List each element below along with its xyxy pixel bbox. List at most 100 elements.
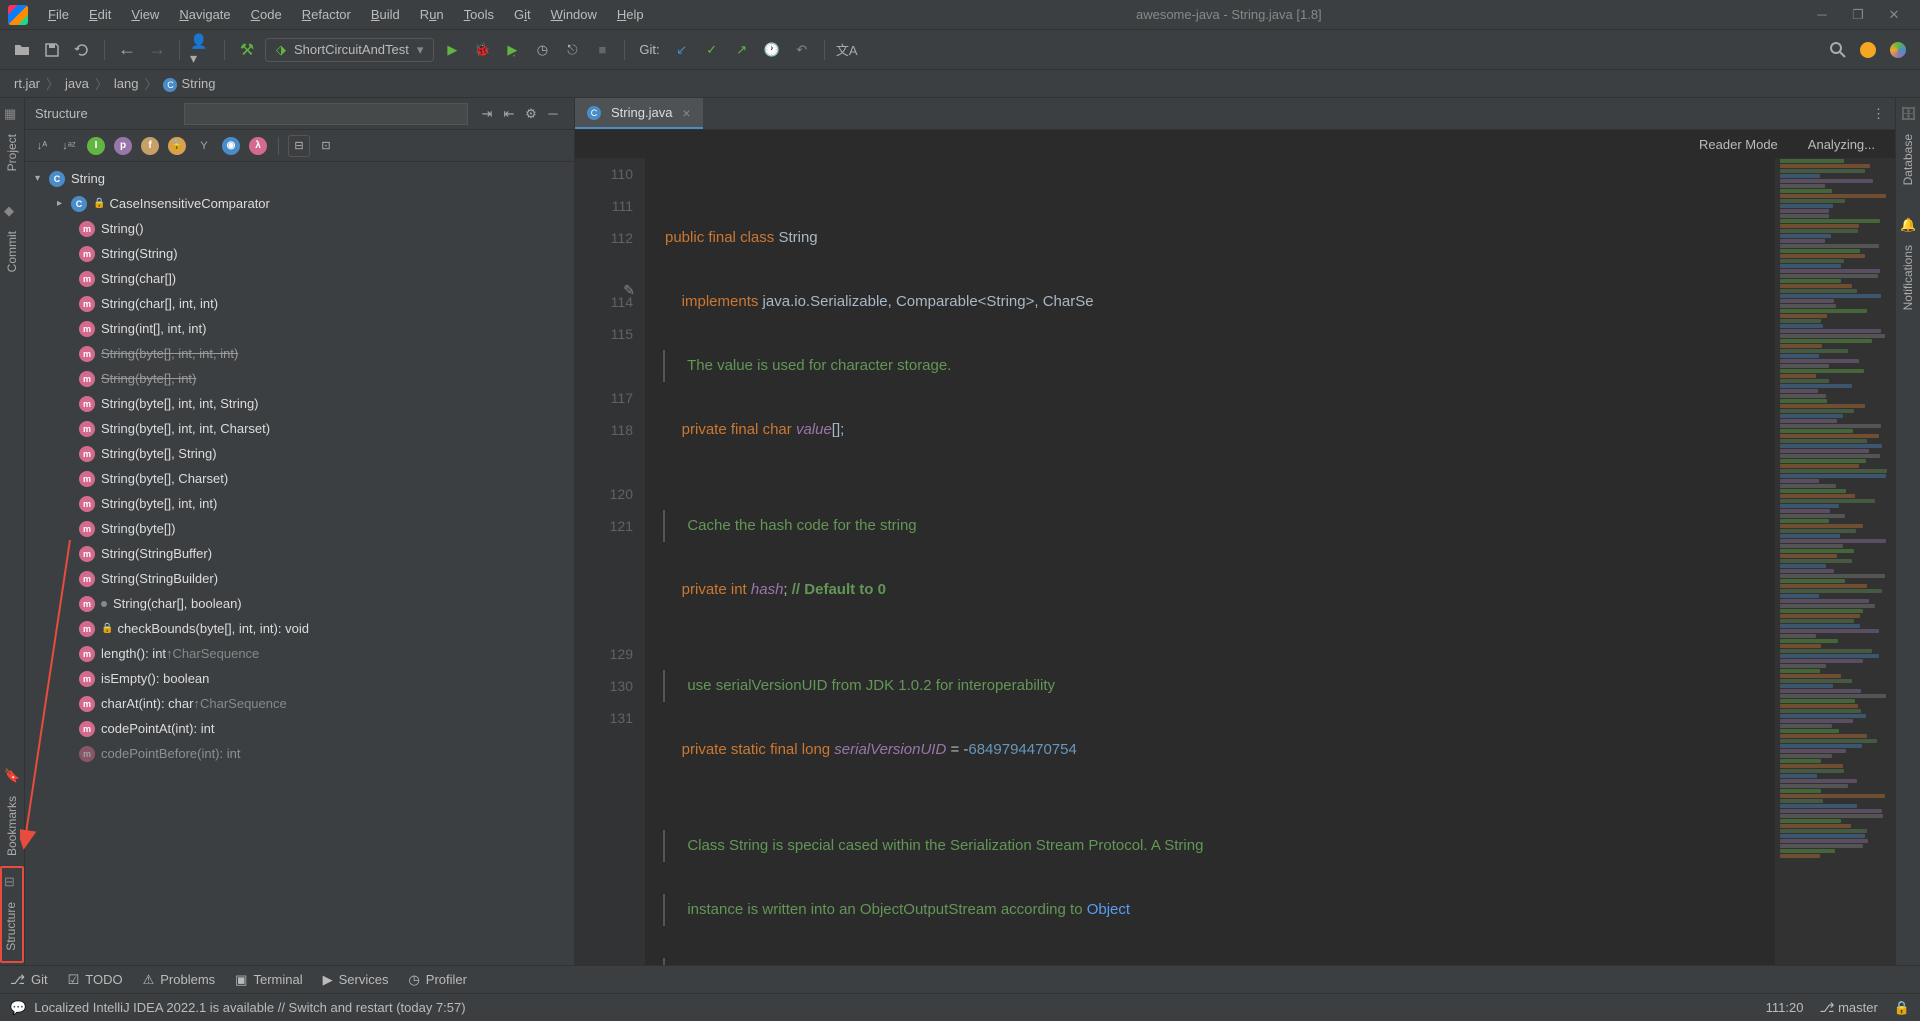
show-locks-icon[interactable]: 🔒 (166, 135, 188, 157)
tree-item[interactable]: mString(byte[], int, int, String) (25, 391, 574, 416)
menu-window[interactable]: Window (541, 3, 607, 26)
close-tab-icon[interactable]: × (682, 105, 690, 121)
debug-icon[interactable]: 🐞 (470, 38, 494, 62)
show-fields-icon[interactable]: f (139, 135, 161, 157)
tree-item[interactable]: mString(byte[], String) (25, 441, 574, 466)
menu-git[interactable]: Git (504, 3, 541, 26)
tree-item[interactable]: mlength(): int ↑CharSequence (25, 641, 574, 666)
menu-edit[interactable]: Edit (79, 3, 121, 26)
maximize-button[interactable]: ❐ (1850, 7, 1866, 23)
show-lambdas-icon[interactable]: λ (247, 135, 269, 157)
tree-item[interactable]: mString(byte[]) (25, 516, 574, 541)
translate-icon[interactable]: 文A (835, 38, 859, 62)
sort-visibility-icon[interactable]: ↓ᵃᶻ (58, 135, 80, 157)
rail-bookmarks[interactable]: Bookmarks (5, 788, 19, 864)
commit-icon[interactable]: ◆ (4, 203, 20, 219)
profile-icon[interactable]: ◷ (530, 38, 554, 62)
collapse-all-icon[interactable]: ⇥ (476, 103, 498, 125)
run-config-selector[interactable]: ⬗ ShortCircuitAndTest ▾ (265, 38, 434, 62)
edit-pencil-icon[interactable]: ✎ (623, 274, 635, 306)
tree-item[interactable]: mcharAt(int): char ↑CharSequence (25, 691, 574, 716)
structure-rail-highlighted[interactable]: ⊟ Structure (0, 866, 24, 963)
rail-database[interactable]: Database (1901, 126, 1915, 193)
menu-run[interactable]: Run (410, 3, 454, 26)
open-file-icon[interactable] (10, 38, 34, 62)
code-editor[interactable]: public final class String implements jav… (645, 158, 1775, 965)
tree-item[interactable]: mString(StringBuilder) (25, 566, 574, 591)
breadcrumb-item[interactable]: rt.jar (14, 76, 40, 91)
settings-gear-icon[interactable]: ⚙ (520, 103, 542, 125)
tree-item[interactable]: misEmpty(): boolean (25, 666, 574, 691)
tree-item[interactable]: mString(char[], int, int) (25, 291, 574, 316)
tree-item[interactable]: mString() (25, 216, 574, 241)
structure-tree[interactable]: ▾ C String ▸ C 🔒 CaseInsensitiveComparat… (25, 162, 574, 965)
project-icon[interactable]: ▦ (4, 106, 20, 122)
tree-item[interactable]: mcodePointAt(int): int (25, 716, 574, 741)
git-push-icon[interactable]: ↗ (730, 38, 754, 62)
hide-panel-icon[interactable]: ─ (542, 103, 564, 125)
notifications-dot-icon[interactable] (1856, 38, 1880, 62)
menu-build[interactable]: Build (361, 3, 410, 26)
breadcrumb-item[interactable]: java (65, 76, 89, 91)
back-icon[interactable]: ← (115, 38, 139, 62)
menu-refactor[interactable]: Refactor (292, 3, 361, 26)
git-branch[interactable]: ⎇ master (1819, 1000, 1877, 1016)
structure-search-input[interactable] (184, 103, 468, 125)
show-properties-icon[interactable]: p (112, 135, 134, 157)
search-icon[interactable] (1826, 38, 1850, 62)
tabs-menu-icon[interactable]: ⋮ (1872, 106, 1895, 122)
coverage-icon[interactable]: ▶̣ (500, 38, 524, 62)
lock-icon[interactable]: 🔒 (1894, 1000, 1910, 1016)
tree-item[interactable]: m🔒checkBounds(byte[], int, int): void (25, 616, 574, 641)
bottom-profiler[interactable]: ◷Profiler (408, 972, 467, 988)
minimize-button[interactable]: ─ (1814, 7, 1830, 23)
cursor-position[interactable]: 111:20 (1766, 1000, 1804, 1015)
tree-item[interactable]: mString(char[], boolean) (25, 591, 574, 616)
editor-minimap[interactable] (1775, 158, 1895, 965)
menu-help[interactable]: Help (607, 3, 654, 26)
git-pull-icon[interactable]: ↙ (670, 38, 694, 62)
autoscroll-from-icon[interactable]: ⊡ (315, 135, 337, 157)
tree-item[interactable]: mString(char[]) (25, 266, 574, 291)
menu-file[interactable]: File (38, 3, 79, 26)
show-anonymous-icon[interactable]: Y (193, 135, 215, 157)
bottom-services[interactable]: ▶Services (323, 972, 389, 988)
editor-gutter[interactable]: 110111112 114115 117118 120121 129130131… (575, 158, 645, 965)
menu-navigate[interactable]: Navigate (169, 3, 240, 26)
status-notification-icon[interactable]: 💬 (10, 1000, 26, 1016)
tree-item[interactable]: mString(String) (25, 241, 574, 266)
editor-tab-string[interactable]: C String.java × (575, 98, 703, 129)
sort-alpha-icon[interactable]: ↓ᴬ (31, 135, 53, 157)
bottom-terminal[interactable]: ▣Terminal (235, 972, 302, 988)
avatar-dropdown[interactable]: 👤▾ (190, 38, 214, 62)
rail-commit[interactable]: Commit (5, 223, 19, 280)
tree-item[interactable]: mString(byte[], int, int, Charset) (25, 416, 574, 441)
rail-project[interactable]: Project (5, 126, 19, 179)
show-inherited-icon[interactable]: I (85, 135, 107, 157)
breadcrumb-item[interactable]: lang (114, 76, 139, 91)
status-message[interactable]: Localized IntelliJ IDEA 2022.1 is availa… (34, 1000, 465, 1015)
tree-root[interactable]: ▾ C String (25, 166, 574, 191)
tree-nested-class[interactable]: ▸ C 🔒 CaseInsensitiveComparator (25, 191, 574, 216)
git-commit-icon[interactable]: ✓ (700, 38, 724, 62)
menu-code[interactable]: Code (241, 3, 292, 26)
menu-view[interactable]: View (121, 3, 169, 26)
breadcrumb-item[interactable]: CString (163, 76, 215, 92)
expand-all-icon[interactable]: ⇤ (498, 103, 520, 125)
bottom-todo[interactable]: ☑TODO (68, 972, 123, 988)
tools-colorwheel-icon[interactable] (1886, 38, 1910, 62)
git-history-icon[interactable]: 🕐 (760, 38, 784, 62)
close-button[interactable]: ✕ (1886, 7, 1902, 23)
tree-item[interactable]: mString(byte[], Charset) (25, 466, 574, 491)
bookmarks-icon[interactable]: 🔖 (4, 768, 20, 784)
run-icon[interactable]: ▶ (440, 38, 464, 62)
tree-item[interactable]: mString(StringBuffer) (25, 541, 574, 566)
attach-icon[interactable]: ⎋ (560, 38, 584, 62)
tree-item[interactable]: mString(byte[], int, int) (25, 491, 574, 516)
tree-item[interactable]: mString(byte[], int, int, int) (25, 341, 574, 366)
autoscroll-source-icon[interactable]: ⊟ (288, 135, 310, 157)
menu-tools[interactable]: Tools (454, 3, 504, 26)
bottom-problems[interactable]: ⚠Problems (143, 972, 216, 988)
tree-item[interactable]: mString(int[], int, int) (25, 316, 574, 341)
bottom-git[interactable]: ⎇Git (10, 972, 48, 988)
